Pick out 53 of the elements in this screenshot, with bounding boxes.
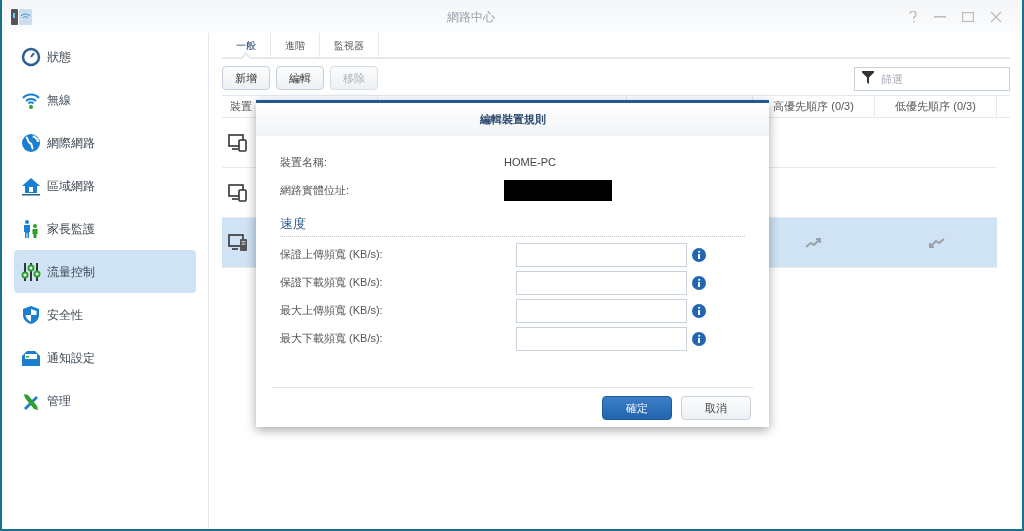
tab[interactable]: 一般	[222, 33, 271, 57]
field-label: 裝置名稱:	[280, 154, 329, 170]
toolbar-button[interactable]: 編輯	[276, 66, 324, 90]
toolbar-button[interactable]: 新增	[222, 66, 270, 90]
field-label: 最大下載頻寬 (KB/s):	[280, 331, 384, 347]
info-icon[interactable]	[692, 275, 706, 290]
info-icon[interactable]	[692, 331, 706, 346]
minimize-icon[interactable]	[934, 15, 946, 18]
input-field[interactable]	[516, 270, 687, 295]
input-field[interactable]	[516, 326, 687, 351]
sidebar-item[interactable]: 通知設定	[14, 336, 196, 379]
globe-icon	[21, 132, 41, 153]
sidebar-item[interactable]: 家長監護	[14, 207, 196, 250]
device-icon	[228, 132, 248, 153]
close-icon[interactable]	[990, 10, 1002, 23]
device-icon	[228, 232, 248, 253]
section-title: 速度	[280, 215, 306, 233]
sidebar-item[interactable]: 狀態	[14, 35, 196, 78]
column-header: 低優先順序 (0/3)	[875, 96, 997, 117]
dialog-title: 編輯裝置規則	[479, 112, 546, 128]
shield-icon	[21, 304, 41, 325]
field-value: HOME-PC	[504, 154, 556, 170]
tab[interactable]: 監視器	[320, 33, 379, 57]
tab[interactable]: 進階	[271, 33, 320, 57]
cancel-button[interactable]: 取消	[681, 396, 751, 420]
trend-down-icon	[927, 237, 945, 248]
window-title: 網路中心	[447, 8, 495, 26]
filter-icon	[862, 71, 874, 84]
family-icon	[21, 218, 41, 239]
field-label: 網路實體位址:	[280, 182, 351, 198]
confirm-button[interactable]: 確定	[602, 396, 672, 420]
sliders-icon	[21, 261, 41, 282]
sidebar-item[interactable]: 無線	[14, 78, 196, 121]
gauge-icon	[21, 46, 41, 67]
input-field[interactable]	[516, 242, 687, 267]
info-icon[interactable]	[692, 303, 706, 318]
field-label: 保證上傳頻寬 (KB/s):	[280, 247, 384, 263]
device-icon	[228, 182, 248, 203]
filter-field[interactable]: 篩選	[854, 67, 1010, 91]
house-icon	[21, 175, 41, 196]
trend-up-icon	[805, 237, 823, 248]
app-icon	[10, 6, 34, 27]
help-icon[interactable]	[908, 10, 918, 23]
field-label: 保證下載頻寬 (KB/s):	[280, 275, 384, 291]
sidebar-item[interactable]: 管理	[14, 379, 196, 422]
input-field[interactable]	[516, 298, 687, 323]
sidebar-item[interactable]: 網際網路	[14, 121, 196, 164]
maximize-icon[interactable]	[962, 11, 974, 22]
info-icon[interactable]	[692, 247, 706, 262]
sidebar-item[interactable]: 區域網路	[14, 164, 196, 207]
field-label: 最大上傳頻寬 (KB/s):	[280, 303, 384, 319]
sidebar-item[interactable]: 安全性	[14, 293, 196, 336]
sidebar-item[interactable]: 流量控制	[14, 250, 196, 293]
